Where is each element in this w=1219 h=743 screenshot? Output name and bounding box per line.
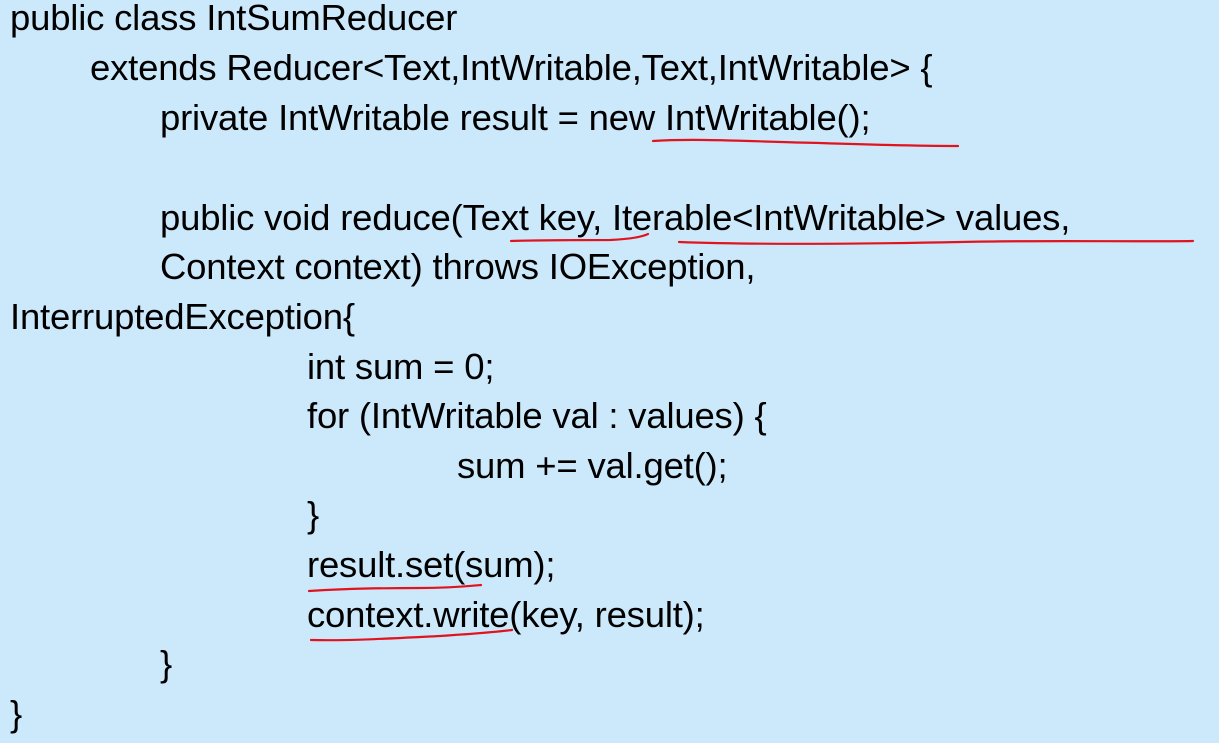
code-line: context.write(key, result); (307, 594, 705, 635)
underline-result-set (307, 583, 483, 593)
code-line: } (10, 693, 22, 734)
code-line: result.set(sum); (307, 544, 556, 585)
code-line: sum += val.get(); (457, 445, 728, 486)
code-line: } (307, 494, 319, 535)
code-line: public class IntSumReducer (10, 0, 458, 38)
code-slide: public class IntSumReducer extends Reduc… (0, 0, 1219, 743)
code-line: extends Reducer<Text,IntWritable,Text,In… (90, 47, 933, 88)
underline-new-intwritable (651, 138, 960, 148)
underline-iterable-values (677, 239, 1195, 245)
code-line: private IntWritable result = new IntWrit… (160, 97, 871, 138)
code-line: int sum = 0; (307, 346, 495, 387)
code-line: } (160, 643, 172, 684)
code-line: Context context) throws IOException, (160, 246, 756, 287)
code-line: for (IntWritable val : values) { (307, 395, 767, 436)
code-line: InterruptedException{ (10, 296, 355, 337)
code-line: public void reduce(Text key, Iterable<In… (160, 197, 1071, 238)
